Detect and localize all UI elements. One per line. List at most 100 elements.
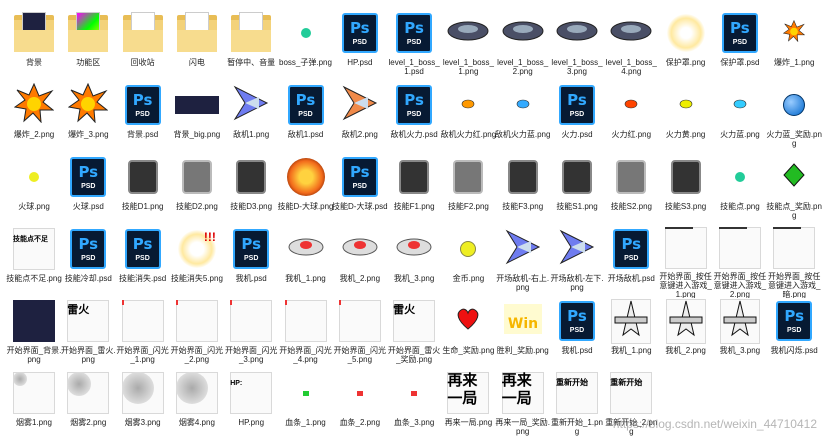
file-item[interactable]: 技能F2.png: [441, 150, 495, 226]
file-item[interactable]: 技能F1.png: [387, 150, 441, 226]
file-thumbnail: [338, 226, 382, 272]
file-item[interactable]: !!! 技能消失5.png: [170, 222, 224, 298]
health-bar-image: [411, 390, 418, 396]
file-name-label: 闪电: [188, 58, 205, 67]
text-image: 再来一局: [501, 372, 544, 414]
file-item[interactable]: 技能S3.png: [659, 150, 713, 226]
file-item[interactable]: Ps PSD 背景.psd: [116, 78, 170, 154]
file-item[interactable]: 开场敌机-右上.png: [496, 222, 550, 298]
file-item[interactable]: 开始界面_闪光_3.png: [224, 294, 278, 370]
file-item[interactable]: 技能D3.png: [224, 150, 278, 226]
file-item[interactable]: 烟雾1.png: [7, 366, 61, 442]
file-item[interactable]: 火力蓝_奖励.png: [766, 78, 822, 154]
psd-file-icon: Ps PSD: [233, 229, 270, 269]
file-item[interactable]: 开始界面_闪光_5.png: [333, 294, 387, 370]
file-item[interactable]: boss_子弹.png: [279, 6, 333, 82]
file-item[interactable]: 敌机1.png: [224, 78, 278, 154]
file-item[interactable]: 火力蓝.png: [713, 78, 767, 154]
file-item[interactable]: Ps PSD 技能消失.psd: [116, 222, 170, 298]
file-item[interactable]: 血条_3.png: [387, 366, 441, 442]
file-item[interactable]: 火力黄.png: [659, 78, 713, 154]
file-item[interactable]: Ps PSD level_1_boss_1.psd: [387, 6, 441, 82]
file-item[interactable]: 我机_1.png: [279, 222, 333, 298]
file-item[interactable]: level_1_boss_4.png: [604, 6, 658, 82]
file-item[interactable]: 保护罩.png: [659, 6, 713, 82]
file-item[interactable]: Ps PSD 敌机1.psd: [279, 78, 333, 154]
file-item[interactable]: Ps PSD 我机闪烁.psd: [767, 294, 821, 370]
file-item[interactable]: 背景_big.png: [170, 78, 224, 154]
file-item[interactable]: 再来一局 再来一局_奖励.png: [495, 366, 550, 442]
file-item[interactable]: 开始界面_背景.png: [7, 294, 61, 370]
file-item[interactable]: level_1_boss_1.png: [441, 6, 495, 82]
file-item[interactable]: 雷火 开始界面_雷火_奖励.png: [387, 294, 441, 370]
file-item[interactable]: 开始界面_按任意键进入游戏_1.png: [659, 222, 713, 298]
file-item[interactable]: Ps PSD 敌机火力.psd: [387, 78, 441, 154]
file-item[interactable]: 血条_2.png: [333, 366, 387, 442]
file-item[interactable]: 敌机火力红.png: [441, 78, 496, 154]
file-item[interactable]: Ps PSD 保护罩.psd: [713, 6, 767, 82]
file-item[interactable]: 烟雾4.png: [170, 366, 224, 442]
file-item[interactable]: 技能点不足 技能点不足.png: [6, 222, 62, 298]
file-item[interactable]: 技能点_奖励.png: [766, 150, 822, 226]
file-item[interactable]: Ps PSD 火力.psd: [550, 78, 604, 154]
file-item[interactable]: 我机_2.png: [333, 222, 387, 298]
file-item[interactable]: 再来一局 再来一局.png: [441, 366, 495, 442]
file-item[interactable]: 技能D1.png: [116, 150, 170, 226]
file-thumbnail: [121, 370, 165, 416]
file-item[interactable]: 开始界面_按任意键进入游戏_2.png: [713, 222, 767, 298]
file-item[interactable]: 血条_1.png: [279, 366, 333, 442]
file-item[interactable]: 开始界面_按任意键进入游戏_暗.png: [767, 222, 821, 298]
file-item[interactable]: 背景: [7, 6, 61, 82]
file-item[interactable]: 技能D2.png: [170, 150, 224, 226]
file-thumbnail: [338, 82, 382, 128]
file-item[interactable]: 我机_3.png: [387, 222, 441, 298]
file-item[interactable]: Ps PSD 技能冷却.psd: [61, 222, 115, 298]
file-thumbnail: [229, 82, 273, 128]
file-item[interactable]: 技能S2.png: [604, 150, 658, 226]
file-item[interactable]: Ps PSD HP.psd: [333, 6, 387, 82]
file-item[interactable]: 敌机火力蓝.png: [495, 78, 550, 154]
gem-image: [783, 162, 805, 192]
file-item[interactable]: 闪电: [170, 6, 224, 82]
file-item[interactable]: Ps PSD 我机.psd: [550, 294, 604, 370]
file-item[interactable]: 火球.png: [7, 150, 61, 226]
file-item[interactable]: 开始界面_闪光_2.png: [170, 294, 224, 370]
file-item[interactable]: 我机_1.png: [604, 294, 658, 370]
file-item[interactable]: Ps PSD 技能D-大球.psd: [332, 150, 388, 226]
file-item[interactable]: 生命_奖励.png: [441, 294, 495, 370]
file-item[interactable]: 火力红.png: [604, 78, 658, 154]
file-item[interactable]: 爆炸_2.png: [7, 78, 61, 154]
file-item[interactable]: Ps PSD 开场敌机.psd: [604, 222, 658, 298]
file-item[interactable]: 技能点.png: [713, 150, 767, 226]
file-item[interactable]: 功能区: [61, 6, 115, 82]
file-item[interactable]: 技能S1.png: [550, 150, 604, 226]
file-item[interactable]: 开始界面_闪光_4.png: [279, 294, 333, 370]
file-thumbnail: [392, 226, 436, 272]
file-item[interactable]: Ps PSD 我机.psd: [224, 222, 278, 298]
file-item[interactable]: Ps PSD 火球.psd: [61, 150, 115, 226]
file-item[interactable]: HP: HP.png: [224, 366, 278, 442]
file-item[interactable]: level_1_boss_2.png: [496, 6, 550, 82]
file-item[interactable]: 我机_3.png: [713, 294, 767, 370]
file-item[interactable]: 回收站: [116, 6, 170, 82]
file-thumbnail: 重新开始: [609, 370, 653, 416]
file-item[interactable]: 爆炸_3.png: [61, 78, 115, 154]
file-item[interactable]: 敌机2.png: [333, 78, 387, 154]
file-item[interactable]: 我机_2.png: [659, 294, 713, 370]
file-item[interactable]: level_1_boss_3.png: [550, 6, 604, 82]
file-item[interactable]: 重新开始 重新开始_1.png: [550, 366, 604, 442]
file-item[interactable]: 技能D-大球.png: [278, 150, 334, 226]
file-item[interactable]: 技能F3.png: [496, 150, 550, 226]
file-item[interactable]: 开始界面_闪光_1.png: [116, 294, 170, 370]
file-item[interactable]: 烟雾3.png: [116, 366, 170, 442]
enemy-ship-image: [557, 227, 597, 272]
file-item[interactable]: 金币.png: [441, 222, 495, 298]
file-item[interactable]: 雷火 开始界面_雷火.png: [61, 294, 116, 370]
file-item[interactable]: 烟雾2.png: [61, 366, 115, 442]
file-name-label: 火球.png: [18, 202, 50, 211]
file-item[interactable]: Win 胜利_奖励.png: [496, 294, 550, 370]
file-item[interactable]: 开场敌机-左下.png: [550, 222, 604, 298]
file-item[interactable]: 暂停中、音量: [224, 6, 278, 82]
file-item[interactable]: 爆炸_1.png: [767, 6, 821, 82]
file-name-label: 生命_奖励.png: [442, 346, 495, 355]
